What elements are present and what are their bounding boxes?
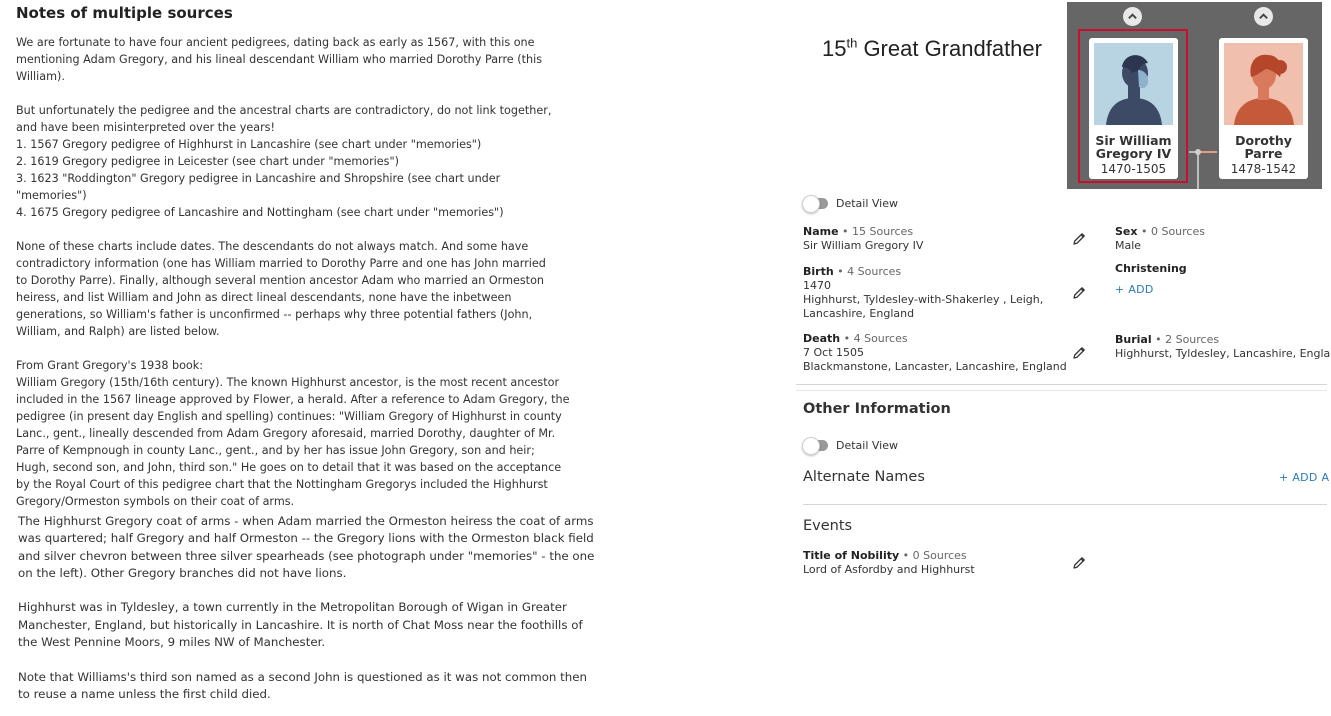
note-line: We are fortunate to have four ancient pe…: [16, 36, 535, 49]
events-title: Events: [803, 518, 853, 534]
note-line: was quartered; half Gregory and half Orm…: [18, 531, 594, 546]
note-line: generations, so William's father is unco…: [16, 308, 533, 321]
note-line: to reuse a name unless the first child d…: [18, 686, 271, 701]
section-divider: [803, 504, 1327, 505]
note-line: "memories"): [16, 189, 87, 202]
alternate-names-title: Alternate Names: [803, 469, 925, 485]
detail-view-label: Detail View: [836, 439, 899, 452]
person-lifespan: 1478-1542: [1230, 162, 1297, 176]
section-divider: [796, 384, 1327, 385]
note-line: 2. 1619 Gregory pedigree in Leicester (s…: [16, 155, 400, 168]
person-name: Dorothy Parre: [1235, 133, 1292, 161]
notes-title: Notes of multiple sources: [16, 4, 233, 22]
fact-death[interactable]: Death • 4 Sources 7 Oct 1505 Blackmansto…: [803, 332, 1067, 374]
note-line: contradictory information (one has Willi…: [16, 257, 546, 270]
notes-text-block-2: The Highhurst Gregory coat of arms - whe…: [18, 513, 594, 703]
note-line: included in the 1567 lineage approved by…: [16, 393, 570, 406]
note-line: William, and Ralph) are listed below.: [16, 325, 220, 338]
note-line: Lanc., gent., lineally descended from Ad…: [16, 427, 556, 440]
other-information-title: Other Information: [803, 401, 951, 417]
note-line: Gregory/Ormeston symbols on their coat o…: [16, 495, 295, 508]
note-line: [18, 582, 594, 599]
note-line: mentioning Adam Gregory, and his lineal …: [16, 53, 543, 66]
fact-title-of-nobility[interactable]: Title of Nobility • 0 Sources Lord of As…: [803, 549, 975, 577]
expand-parents-chevron-up-icon[interactable]: [1254, 7, 1273, 26]
detail-view-toggle-row[interactable]: Detail View: [802, 195, 899, 213]
note-line: and have been misinterpreted over the ye…: [16, 121, 275, 134]
edit-name-pencil-icon[interactable]: [1071, 231, 1087, 247]
note-line: [18, 651, 594, 668]
note-line: 3. 1623 "Roddington" Gregory pedigree in…: [16, 172, 501, 185]
note-line: The Highhurst Gregory coat of arms - whe…: [18, 514, 594, 528]
note-line: William).: [16, 70, 65, 83]
note-line: [16, 221, 569, 238]
edit-death-pencil-icon[interactable]: [1071, 345, 1087, 361]
tree-connector: [1199, 151, 1217, 153]
note-line: pedigree (in present day English and spe…: [16, 410, 562, 423]
detail-view-toggle[interactable]: [802, 195, 828, 213]
add-christening-button[interactable]: + ADD: [1115, 283, 1154, 296]
fact-name[interactable]: Name • 15 Sources Sir William Gregory IV: [803, 225, 923, 253]
edit-birth-pencil-icon[interactable]: [1071, 285, 1087, 301]
tree-connector-dot: [1195, 149, 1201, 155]
note-line: Highhurst was in Tyldesley, a town curre…: [18, 600, 567, 615]
add-alternate-name-button[interactable]: + ADD A: [1279, 471, 1329, 484]
section-divider: [796, 390, 1327, 391]
note-line: by the Royal Court of this pedigree char…: [16, 478, 548, 491]
note-line: [16, 85, 569, 102]
other-detail-view-toggle-row[interactable]: Detail View: [802, 437, 899, 455]
note-line: the West Pennine Moors, 9 miles NW of Ma…: [18, 635, 326, 650]
fact-burial[interactable]: Burial • 2 Sources Highhurst, Tyldesley,…: [1115, 333, 1331, 361]
note-line: Manchester, England, but historically in…: [18, 617, 583, 632]
note-line: and silver chevron between three silver …: [18, 548, 595, 563]
detail-view-label: Detail View: [836, 197, 899, 210]
fact-sex[interactable]: Sex • 0 Sources Male: [1115, 225, 1205, 253]
family-tree-panel: Sir William Gregory IV 1470-1505 Dorothy P…: [1067, 2, 1322, 189]
note-line: 4. 1675 Gregory pedigree of Lancashire a…: [16, 206, 504, 219]
note-line: From Grant Gregory's 1938 book:: [16, 359, 204, 372]
edit-title-of-nobility-pencil-icon[interactable]: [1071, 555, 1087, 571]
female-person-silhouette-icon: [1224, 43, 1303, 125]
person-card-dorothy-parre[interactable]: Dorothy Parre 1478-1542: [1219, 38, 1308, 179]
note-line: But unfortunately the pedigree and the a…: [16, 104, 552, 117]
selected-person-highlight: [1078, 29, 1188, 183]
note-line: heiress, and list William and John as di…: [16, 291, 512, 304]
notes-text-block-1: We are fortunate to have four ancient pe…: [16, 34, 569, 510]
relationship-heading: 15th Great Grandfather: [822, 35, 1042, 61]
fact-birth[interactable]: Birth • 4 Sources 1470 Highhurst, Tyldes…: [803, 265, 1043, 321]
expand-parents-chevron-up-icon[interactable]: [1123, 7, 1142, 26]
note-line: [16, 340, 569, 357]
note-line: None of these charts include dates. The …: [16, 240, 529, 253]
detail-view-toggle[interactable]: [802, 437, 828, 455]
note-line: Parre of Kempnough in county Lanc., gent…: [16, 444, 535, 457]
note-line: 1. 1567 Gregory pedigree of Highhurst in…: [16, 138, 482, 151]
note-line: to Dorothy Parre). Finally, although sev…: [16, 274, 545, 287]
fact-christening: Christening: [1115, 262, 1187, 275]
note-line: Note that Williams's third son named as …: [18, 669, 587, 684]
note-line: William Gregory (15th/16th century). The…: [16, 376, 560, 389]
tree-connector: [1197, 152, 1199, 189]
note-line: Hugh, second son, and John, third son." …: [16, 461, 562, 474]
note-line: on the left). Other Gregory branches did…: [18, 565, 347, 580]
